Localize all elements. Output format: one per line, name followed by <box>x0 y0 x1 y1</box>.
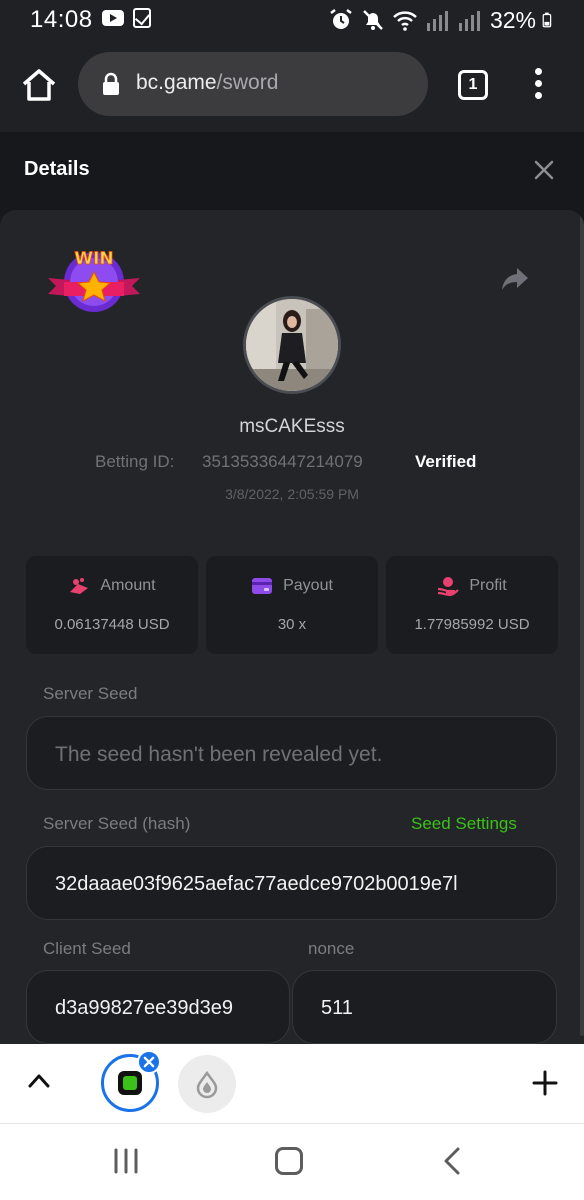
stat-value: 0.06137448 USD <box>54 616 170 633</box>
browser-tab-strip <box>0 1044 584 1124</box>
battery-percent: 32% <box>489 6 536 33</box>
plus-icon[interactable] <box>532 1070 558 1096</box>
page-title: Details <box>24 158 90 180</box>
client-seed-value: d3a99827ee39d3e9 <box>55 997 233 1019</box>
system-nav-bar <box>0 1124 584 1200</box>
stat-payout: Payout 30 x <box>206 556 378 654</box>
betting-id-value: 35135336447214079 <box>202 452 363 471</box>
username: msCAKEsss <box>239 416 345 437</box>
server-seed-hash-value: 32daaae03f9625aefac77aedce9702b0019e7l <box>55 873 458 895</box>
server-seed-hash-field[interactable]: 32daaae03f9625aefac77aedce9702b0019e7l <box>26 846 557 920</box>
client-seed-field[interactable]: d3a99827ee39d3e9 <box>26 970 290 1044</box>
checkbox-icon <box>133 8 151 28</box>
scrollbar[interactable] <box>580 216 584 1036</box>
chevron-up-icon[interactable] <box>28 1072 50 1088</box>
seed-settings-link[interactable]: Seed Settings <box>411 814 517 834</box>
back-icon[interactable] <box>442 1146 462 1176</box>
tab-count-button[interactable]: 1 <box>458 70 488 100</box>
stat-value: 30 x <box>277 616 307 633</box>
tab-other[interactable] <box>178 1055 236 1113</box>
signal-icon <box>426 11 448 31</box>
betting-id-label: Betting ID: <box>95 452 175 471</box>
url-path: /sword <box>216 71 279 94</box>
url-bar[interactable]: bc.game/sword <box>78 52 428 116</box>
close-icon[interactable] <box>532 158 556 182</box>
details-header: Details <box>0 132 584 210</box>
status-bar: 14:08 32% <box>0 0 584 40</box>
profit-hand-icon <box>438 577 460 596</box>
signal-icon <box>458 11 480 31</box>
nonce-value: 511 <box>321 997 353 1019</box>
lock-icon <box>103 72 119 95</box>
home-nav-icon[interactable] <box>275 1147 303 1175</box>
client-seed-label: Client Seed <box>43 939 131 958</box>
coins-icon <box>70 578 89 594</box>
stat-profit: Profit 1.77985992 USD <box>386 556 558 654</box>
server-seed-hash-label: Server Seed (hash) <box>43 814 191 833</box>
avatar-photo <box>246 299 338 391</box>
browser-toolbar: bc.game/sword 1 <box>0 40 584 132</box>
wifi-icon <box>393 11 417 31</box>
stat-label: Payout <box>283 577 333 594</box>
alarm-icon <box>330 9 352 29</box>
drop-favicon-icon <box>196 1070 218 1099</box>
home-icon[interactable] <box>20 66 58 104</box>
mute-icon <box>363 10 383 30</box>
stat-value: 1.77985992 USD <box>414 616 530 633</box>
battery-icon <box>542 12 552 28</box>
url-text: bc.game/sword <box>136 71 278 95</box>
stat-label: Profit <box>469 577 507 594</box>
more-menu-icon[interactable] <box>528 68 548 102</box>
url-host: bc.game <box>136 71 217 94</box>
stat-amount: Amount 0.06137448 USD <box>26 556 198 654</box>
youtube-icon <box>102 10 124 26</box>
status-time: 14:08 <box>30 6 93 33</box>
win-badge-text: WIN <box>74 249 113 269</box>
close-tab-icon[interactable] <box>137 1050 161 1074</box>
bet-timestamp: 3/8/2022, 2:05:59 PM <box>225 486 359 502</box>
verified-badge: Verified <box>415 452 477 471</box>
card-icon <box>252 578 273 594</box>
bet-details-card: WIN msCAKEsss Betting ID: 35135336447214… <box>0 210 584 1044</box>
status-icons: 32% <box>328 6 558 34</box>
nonce-label: nonce <box>308 939 355 958</box>
share-icon[interactable] <box>500 266 530 292</box>
recents-icon[interactable] <box>112 1148 140 1174</box>
avatar <box>243 296 341 394</box>
win-badge-icon: WIN <box>48 249 140 312</box>
server-seed-label: Server Seed <box>43 684 138 703</box>
server-seed-value: The seed hasn't been revealed yet. <box>55 743 383 766</box>
server-seed-field[interactable]: The seed hasn't been revealed yet. <box>26 716 557 790</box>
bc-game-favicon-icon <box>118 1071 142 1095</box>
nonce-field[interactable]: 511 <box>292 970 557 1044</box>
stat-label: Amount <box>100 577 156 594</box>
